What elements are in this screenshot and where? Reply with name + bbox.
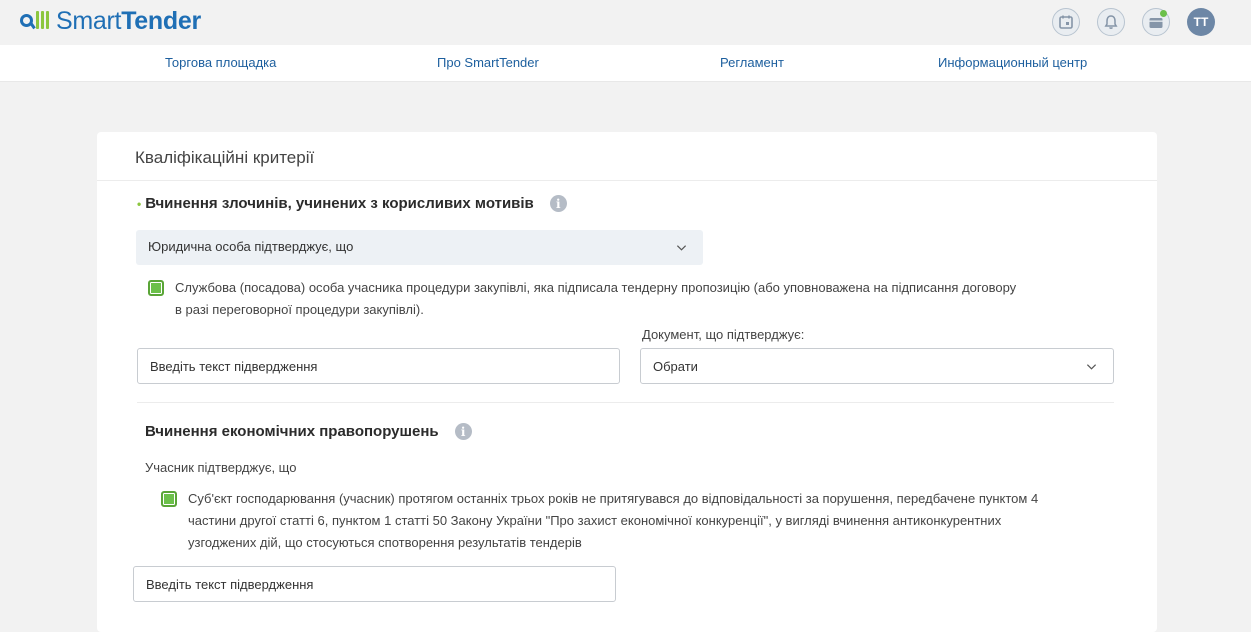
section-title-corruption: • Вчинення злочинів, учинених з корислив… — [137, 195, 567, 212]
checkbox-label: Суб'єкт господарювання (учасник) протяго… — [188, 491, 1039, 550]
qualification-criteria-card: Кваліфікаційні критерії • Вчинення злочи… — [97, 132, 1157, 632]
checkbox-economic[interactable] — [161, 491, 177, 507]
checkbox-row-official: Службова (посадова) особа учасника проце… — [148, 277, 1018, 321]
checkbox-label: Службова (посадова) особа учасника проце… — [175, 280, 1017, 317]
confirm-text-input[interactable]: Введіть текст підвердження — [133, 566, 616, 602]
header-actions: TT — [1052, 8, 1215, 36]
nav-item-info-center[interactable]: Информационный центр — [938, 55, 1087, 70]
select-value: Юридична особа підтверджує, що — [148, 239, 354, 254]
section-title-text: Вчинення злочинів, учинених з корисливих… — [145, 195, 534, 212]
smarttender-logo[interactable]: SmartTender — [20, 6, 201, 36]
top-bar: SmartTender TT — [0, 0, 1251, 45]
wallet-icon[interactable] — [1142, 8, 1170, 36]
chevron-down-icon — [1086, 364, 1097, 370]
card-title: Кваліфікаційні критерії — [135, 148, 315, 167]
document-label: Документ, що підтверджує: — [642, 327, 805, 342]
avatar[interactable]: TT — [1187, 8, 1215, 36]
nav-item-marketplace[interactable]: Торгова площадка — [165, 55, 276, 70]
logo-text: SmartTender — [56, 7, 201, 35]
document-select-value: Обрати — [653, 359, 698, 374]
chevron-down-icon — [676, 245, 687, 251]
required-marker: • — [137, 196, 142, 211]
nav-item-regulations[interactable]: Регламент — [720, 55, 784, 70]
section-title-text: Вчинення економічних правопорушень — [145, 423, 439, 440]
info-icon[interactable]: i — [549, 195, 567, 212]
confirm-text-input[interactable]: Введіть текст підвердження — [137, 348, 620, 384]
info-icon[interactable]: i — [454, 423, 472, 440]
bell-icon[interactable] — [1097, 8, 1125, 36]
logo-mark-icon — [20, 8, 50, 34]
calendar-icon[interactable] — [1052, 8, 1080, 36]
checkbox-official[interactable] — [148, 280, 164, 296]
wallet-notification-dot — [1160, 10, 1167, 17]
legal-entity-select[interactable]: Юридична особа підтверджує, що — [136, 230, 703, 265]
checkbox-row-economic: Суб'єкт господарювання (учасник) протяго… — [161, 488, 1041, 554]
card-divider — [97, 180, 1157, 181]
main-nav: Торгова площадка Про SmartTender Регламе… — [0, 45, 1251, 82]
nav-item-about[interactable]: Про SmartTender — [437, 55, 539, 70]
section-divider — [137, 402, 1114, 403]
participant-confirms-label: Учасник підтверджує, що — [145, 460, 297, 475]
document-select[interactable]: Обрати — [640, 348, 1114, 384]
section-title-economic: Вчинення економічних правопорушень i — [145, 423, 472, 440]
